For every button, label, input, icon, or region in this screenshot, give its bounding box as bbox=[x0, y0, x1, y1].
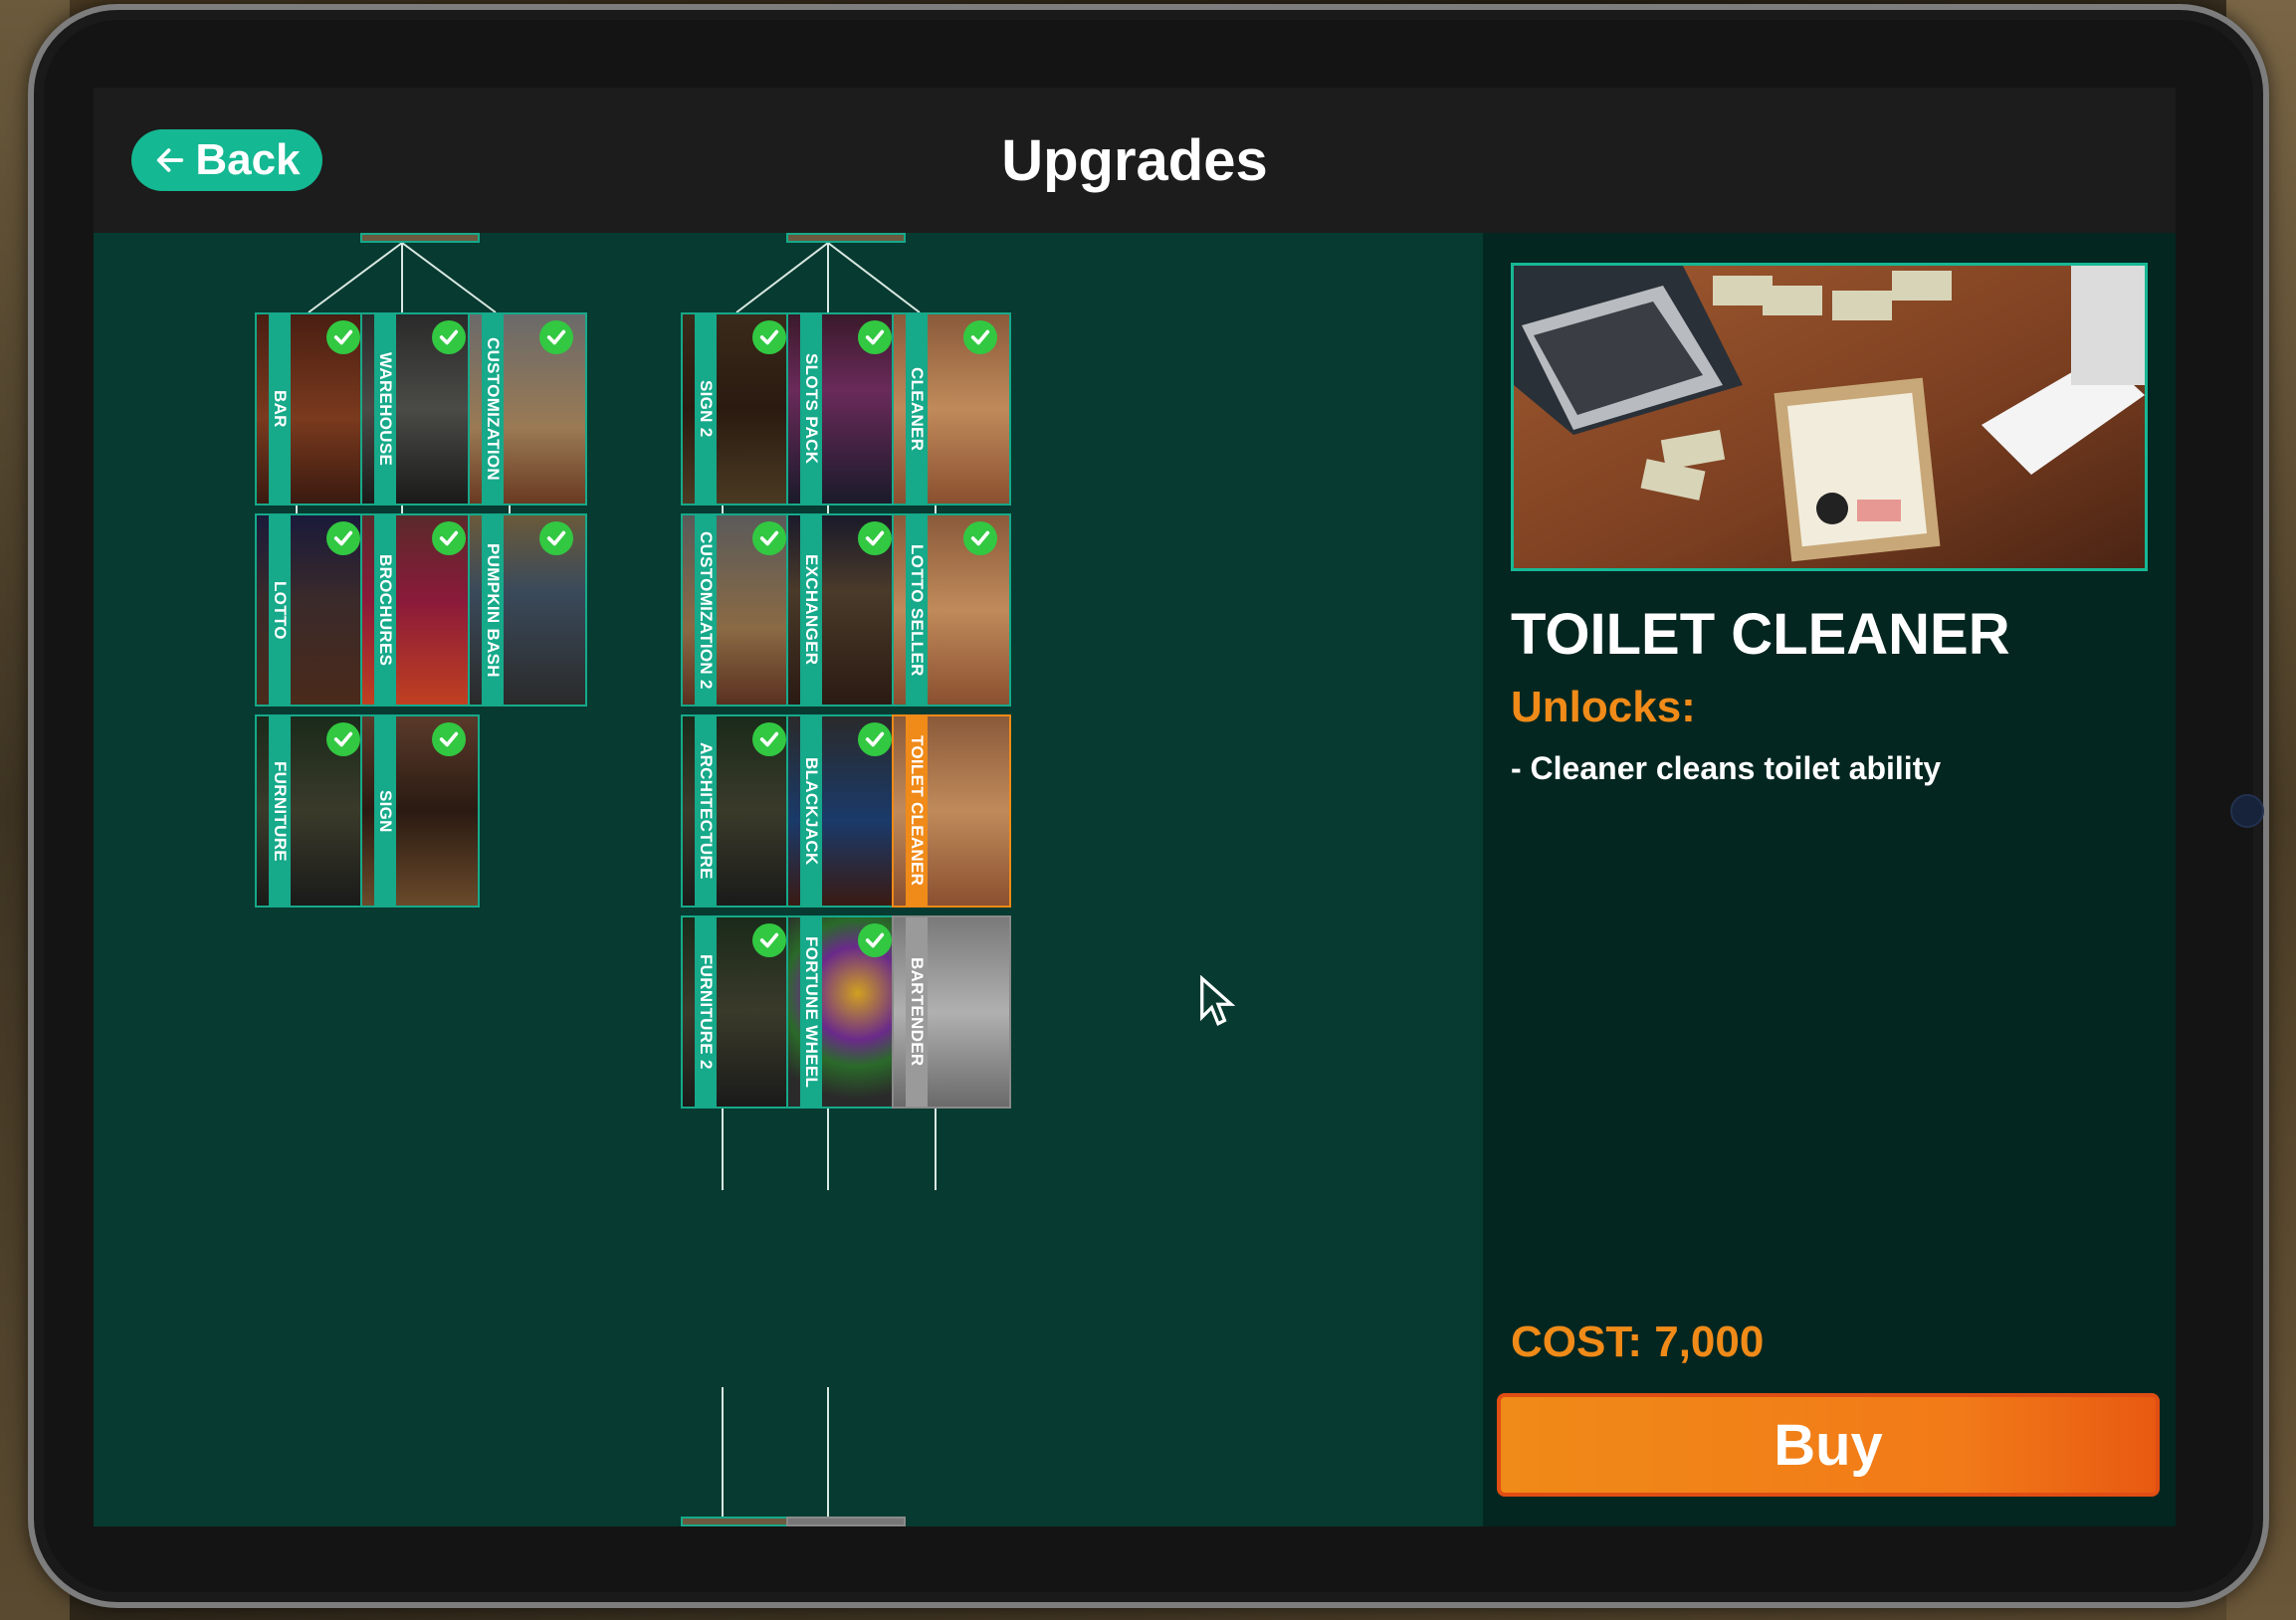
buy-button[interactable]: Buy bbox=[1497, 1393, 2160, 1497]
tree-node-slots-pack[interactable]: SLOTS PACK bbox=[786, 312, 906, 506]
tree-node-furniture-2[interactable]: FURNITURE 2 bbox=[681, 915, 800, 1109]
node-label: LOTTO bbox=[271, 580, 290, 640]
tree-node-customization[interactable]: CUSTOMIZATION bbox=[468, 312, 587, 506]
tree-node-lotto-seller[interactable]: LOTTO SELLER bbox=[892, 513, 1011, 707]
tree-node-customization-2[interactable]: CUSTOMIZATION 2 bbox=[681, 513, 800, 707]
checkmark-icon bbox=[326, 722, 360, 756]
tablet-camera bbox=[2230, 794, 2264, 828]
tree-node-exchanger[interactable]: EXCHANGER bbox=[786, 513, 906, 707]
checkmark-icon bbox=[752, 320, 786, 354]
upgrade-name: TOILET CLEANER bbox=[1511, 602, 2010, 667]
mouse-pointer-icon bbox=[1200, 975, 1236, 1026]
checkmark-icon bbox=[858, 320, 892, 354]
node-label: ARCHITECTURE bbox=[697, 742, 716, 880]
back-button[interactable]: Back bbox=[131, 129, 322, 191]
checkmark-icon bbox=[326, 521, 360, 555]
upgrade-tree[interactable]: BAR WAREHOUSE CUSTOMIZATION LOTTO BROCHU… bbox=[94, 233, 1483, 1526]
node-label: SLOTS PACK bbox=[802, 353, 821, 465]
back-button-label: Back bbox=[195, 135, 301, 184]
node-label: CUSTOMIZATION 2 bbox=[697, 530, 716, 690]
tree-node-partial[interactable] bbox=[681, 1517, 800, 1526]
tree-node-warehouse[interactable]: WAREHOUSE bbox=[360, 312, 480, 506]
node-label: BROCHURES bbox=[376, 553, 395, 667]
checkmark-icon bbox=[539, 320, 573, 354]
node-label: BARTENDER bbox=[908, 957, 927, 1067]
node-label: SIGN bbox=[376, 789, 395, 833]
tree-node-partial[interactable] bbox=[786, 233, 906, 243]
checkmark-icon bbox=[752, 722, 786, 756]
tree-node-fortune-wheel[interactable]: FORTUNE WHEEL bbox=[786, 915, 906, 1109]
node-label: FURNITURE 2 bbox=[697, 954, 716, 1070]
checkmark-icon bbox=[752, 521, 786, 555]
node-label: FURNITURE bbox=[271, 760, 290, 862]
checkmark-icon bbox=[963, 320, 997, 354]
node-label: SIGN 2 bbox=[697, 380, 716, 438]
node-label: LOTTO SELLER bbox=[908, 543, 927, 677]
upgrade-cost: COST: 7,000 bbox=[1511, 1317, 1765, 1366]
node-label: WAREHOUSE bbox=[376, 351, 395, 467]
tree-node-cleaner[interactable]: CLEANER bbox=[892, 312, 1011, 506]
tablet-screen: Upgrades Back BAR WAREHOUSE CUSTOMIZATIO… bbox=[94, 88, 2176, 1526]
node-label: BAR bbox=[271, 390, 290, 428]
node-label: CUSTOMIZATION bbox=[484, 337, 503, 481]
node-label: CLEANER bbox=[908, 366, 927, 452]
checkmark-icon bbox=[432, 722, 466, 756]
tree-node-blackjack[interactable]: BLACKJACK bbox=[786, 714, 906, 908]
checkmark-icon bbox=[326, 320, 360, 354]
arrow-left-icon bbox=[157, 148, 184, 172]
tree-node-brochures[interactable]: BROCHURES bbox=[360, 513, 480, 707]
node-label: TOILET CLEANER bbox=[908, 735, 927, 887]
tree-node-furniture[interactable]: FURNITURE bbox=[255, 714, 374, 908]
tree-node-bartender[interactable]: BARTENDER bbox=[892, 915, 1011, 1109]
tree-node-bar[interactable]: BAR bbox=[255, 312, 374, 506]
node-label: FORTUNE WHEEL bbox=[802, 935, 821, 1089]
node-label: PUMPKIN BASH bbox=[484, 542, 503, 678]
unlocks-heading: Unlocks: bbox=[1511, 683, 1696, 731]
node-label: EXCHANGER bbox=[802, 554, 821, 666]
header-bar: Upgrades Back bbox=[94, 88, 2176, 233]
checkmark-icon bbox=[858, 923, 892, 957]
tree-node-architecture[interactable]: ARCHITECTURE bbox=[681, 714, 800, 908]
checkmark-icon bbox=[752, 923, 786, 957]
tree-node-pumpkin-bash[interactable]: PUMPKIN BASH bbox=[468, 513, 587, 707]
tree-node-sign-2[interactable]: SIGN 2 bbox=[681, 312, 800, 506]
checkmark-icon bbox=[963, 521, 997, 555]
tree-node-lotto[interactable]: LOTTO bbox=[255, 513, 374, 707]
checkmark-icon bbox=[858, 722, 892, 756]
node-label: BLACKJACK bbox=[802, 756, 821, 866]
upgrade-preview-image bbox=[1511, 263, 2148, 571]
page-title: Upgrades bbox=[1001, 127, 1268, 193]
checkmark-icon bbox=[858, 521, 892, 555]
tree-node-sign[interactable]: SIGN bbox=[360, 714, 480, 908]
tree-node-toilet-cleaner[interactable]: TOILET CLEANER bbox=[892, 714, 1011, 908]
checkmark-icon bbox=[539, 521, 573, 555]
checkmark-icon bbox=[432, 521, 466, 555]
tree-node-partial[interactable] bbox=[360, 233, 480, 243]
checkmark-icon bbox=[432, 320, 466, 354]
unlock-item: - Cleaner cleans toilet ability bbox=[1511, 750, 1942, 786]
tree-node-partial[interactable] bbox=[786, 1517, 906, 1526]
detail-panel: TOILET CLEANER Unlocks: - Cleaner cleans… bbox=[1483, 233, 2176, 1526]
